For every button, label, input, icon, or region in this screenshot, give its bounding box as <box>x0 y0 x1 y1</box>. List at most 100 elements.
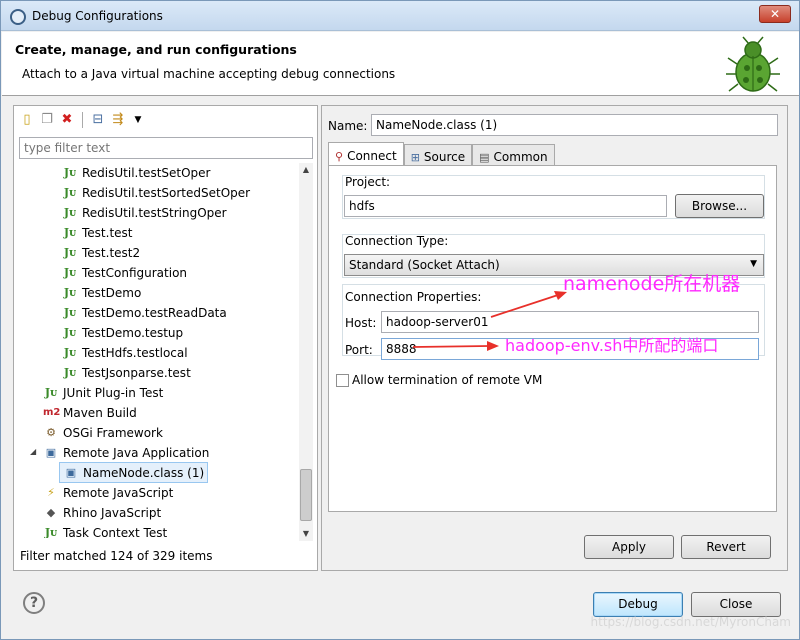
header-title: Create, manage, and run configurations <box>15 42 297 57</box>
window-close-button[interactable]: ✕ <box>759 5 791 23</box>
junit-icon: Jᴜ <box>63 365 77 379</box>
tree-item-task-context-test[interactable]: Jᴜ Task Context Test <box>43 523 168 539</box>
tab-label: Source <box>423 150 466 164</box>
scroll-up-icon[interactable]: ▲ <box>299 163 313 177</box>
tree-item[interactable]: Jᴜ TestDemo.testReadData <box>62 303 227 322</box>
junit-icon: Jᴜ <box>63 225 77 239</box>
new-config-icon[interactable]: ▯ <box>19 112 35 128</box>
tree-scrollbar[interactable]: ▲ ▼ <box>299 163 313 541</box>
tree-item-label: TestDemo.testReadData <box>82 305 227 320</box>
tab-common[interactable]: ▤ Common <box>472 144 555 166</box>
debug-button[interactable]: Debug <box>593 592 683 617</box>
tree-item-label: NameNode.class (1) <box>83 465 205 480</box>
port-annotation: hadoop-env.sh中所配的端口 <box>505 336 719 355</box>
tree-item[interactable]: Jᴜ Test.test2 <box>62 243 140 262</box>
host-field[interactable]: hadoop-server01 <box>381 311 759 333</box>
junit-plugin-icon: Jᴜ <box>44 385 58 399</box>
tree-item-label: TestHdfs.testlocal <box>82 345 188 360</box>
remote-java-config-icon: ▣ <box>65 465 77 479</box>
name-field[interactable]: NameNode.class (1) <box>371 114 778 136</box>
tree-item-junit-plugin-test[interactable]: Jᴜ JUnit Plug-in Test <box>43 383 163 402</box>
revert-button[interactable]: Revert <box>681 535 771 559</box>
debug-bug-icon <box>726 36 780 92</box>
tree-item-label: RedisUtil.testSetOper <box>82 165 211 180</box>
tree-item[interactable]: Jᴜ RedisUtil.testStringOper <box>62 203 227 222</box>
tree-item-maven-build[interactable]: m2 Maven Build <box>43 403 137 422</box>
scroll-thumb[interactable] <box>300 469 312 521</box>
tree-item[interactable]: Jᴜ RedisUtil.testSetOper <box>62 163 211 182</box>
collapse-all-icon[interactable]: ⊟ <box>90 112 106 128</box>
tree-item-label: TestJsonparse.test <box>82 365 191 380</box>
tree-item-label: RedisUtil.testSortedSetOper <box>82 185 251 200</box>
watermark: https://blog.csdn.net/MyronCham <box>590 615 791 629</box>
common-icon: ▤ <box>479 150 490 164</box>
tab-connect[interactable]: ⚲ Connect <box>328 142 404 166</box>
duplicate-icon[interactable]: ❐ <box>39 112 55 128</box>
junit-icon: Jᴜ <box>63 165 77 179</box>
scroll-down-icon[interactable]: ▼ <box>299 527 313 541</box>
tree-item[interactable]: Jᴜ TestJsonparse.test <box>62 363 191 382</box>
host-annotation: namenode所在机器 <box>563 273 741 295</box>
title-bar: Debug Configurations ✕ <box>1 1 799 31</box>
config-toolbar: ▯ ❐ ✖ ⊟ ⇶ ▼ <box>19 110 146 130</box>
junit-icon: Jᴜ <box>63 325 77 339</box>
tab-label: Connect <box>347 149 397 163</box>
junit-icon: Jᴜ <box>63 245 77 259</box>
tree-item-label: Maven Build <box>63 405 137 420</box>
filter-input[interactable] <box>19 137 313 159</box>
tree-item-label: JUnit Plug-in Test <box>63 385 164 400</box>
tree-item-label: TestDemo.testup <box>82 325 184 340</box>
tree-item-label: Remote JavaScript <box>63 485 174 500</box>
allow-termination-checkbox[interactable] <box>336 374 349 387</box>
close-button[interactable]: Close <box>691 592 781 617</box>
tree-item-rhino-javascript[interactable]: ◆ Rhino JavaScript <box>43 503 161 522</box>
connection-properties-label: Connection Properties: <box>345 290 482 304</box>
config-tabs: ⚲ Connect ⊞ Source ▤ Common <box>328 142 555 166</box>
task-context-icon: Jᴜ <box>44 525 58 539</box>
allow-termination-label: Allow termination of remote VM <box>352 373 543 387</box>
source-icon: ⊞ <box>410 150 420 164</box>
help-icon[interactable]: ? <box>23 592 45 614</box>
tree-item-label: OSGi Framework <box>63 425 163 440</box>
tree-item[interactable]: Jᴜ TestConfiguration <box>62 263 187 282</box>
chevron-down-icon: ▼ <box>750 259 757 269</box>
tree-item-label: Task Context Test <box>63 525 168 539</box>
tree-item-label: Rhino JavaScript <box>63 505 162 520</box>
tree-item-label: TestDemo <box>82 285 142 300</box>
remote-javascript-icon: ⚡ <box>47 485 55 499</box>
filter-icon[interactable]: ⇶ <box>110 112 126 128</box>
tree-item-label: TestConfiguration <box>82 265 188 280</box>
junit-icon: Jᴜ <box>63 205 77 219</box>
collapse-toggle-icon[interactable]: ◢ <box>30 447 40 456</box>
project-field[interactable]: hdfs <box>344 195 667 217</box>
rhino-icon: ◆ <box>46 505 56 519</box>
tree-item-osgi-framework[interactable]: ⚙ OSGi Framework <box>43 423 163 442</box>
debug-configurations-window: Debug Configurations ✕ Create, manage, a… <box>0 0 800 640</box>
tab-source[interactable]: ⊞ Source <box>403 144 473 166</box>
tree-item-remote-javascript[interactable]: ⚡ Remote JavaScript <box>43 483 173 502</box>
tree-item[interactable]: Jᴜ TestHdfs.testlocal <box>62 343 188 362</box>
tree-item-namenode-selected[interactable]: ▣ NameNode.class (1) <box>59 462 209 483</box>
osgi-gear-icon: ⚙ <box>46 425 56 439</box>
tree-item[interactable]: Jᴜ RedisUtil.testSortedSetOper <box>62 183 250 202</box>
tree-item-label: RedisUtil.testStringOper <box>82 205 227 220</box>
tree-item-label: Remote Java Application <box>63 445 210 460</box>
tab-label: Common <box>493 150 548 164</box>
toolbar-separator <box>82 112 83 128</box>
tree-item[interactable]: Jᴜ Test.test <box>62 223 133 242</box>
dropdown-icon[interactable]: ▼ <box>130 112 146 128</box>
remote-java-icon: ▣ <box>45 445 57 459</box>
eclipse-app-icon <box>10 9 26 25</box>
junit-icon: Jᴜ <box>63 305 77 319</box>
tree-item[interactable]: Jᴜ TestDemo <box>62 283 141 302</box>
apply-button[interactable]: Apply <box>584 535 674 559</box>
configuration-tree: Jᴜ RedisUtil.testSetOper Jᴜ RedisUtil.test… <box>14 163 299 539</box>
tree-item-remote-java-application[interactable]: ▣ Remote Java Application <box>43 443 210 462</box>
browse-button[interactable]: Browse... <box>675 194 764 218</box>
delete-icon[interactable]: ✖ <box>59 112 75 128</box>
junit-icon: Jᴜ <box>63 345 77 359</box>
tree-item[interactable]: Jᴜ TestDemo.testup <box>62 323 183 342</box>
filter-status-text: Filter matched 124 of 329 items <box>20 549 213 563</box>
tree-item-label: Test.test <box>82 225 133 240</box>
name-label: Name: <box>328 119 368 133</box>
